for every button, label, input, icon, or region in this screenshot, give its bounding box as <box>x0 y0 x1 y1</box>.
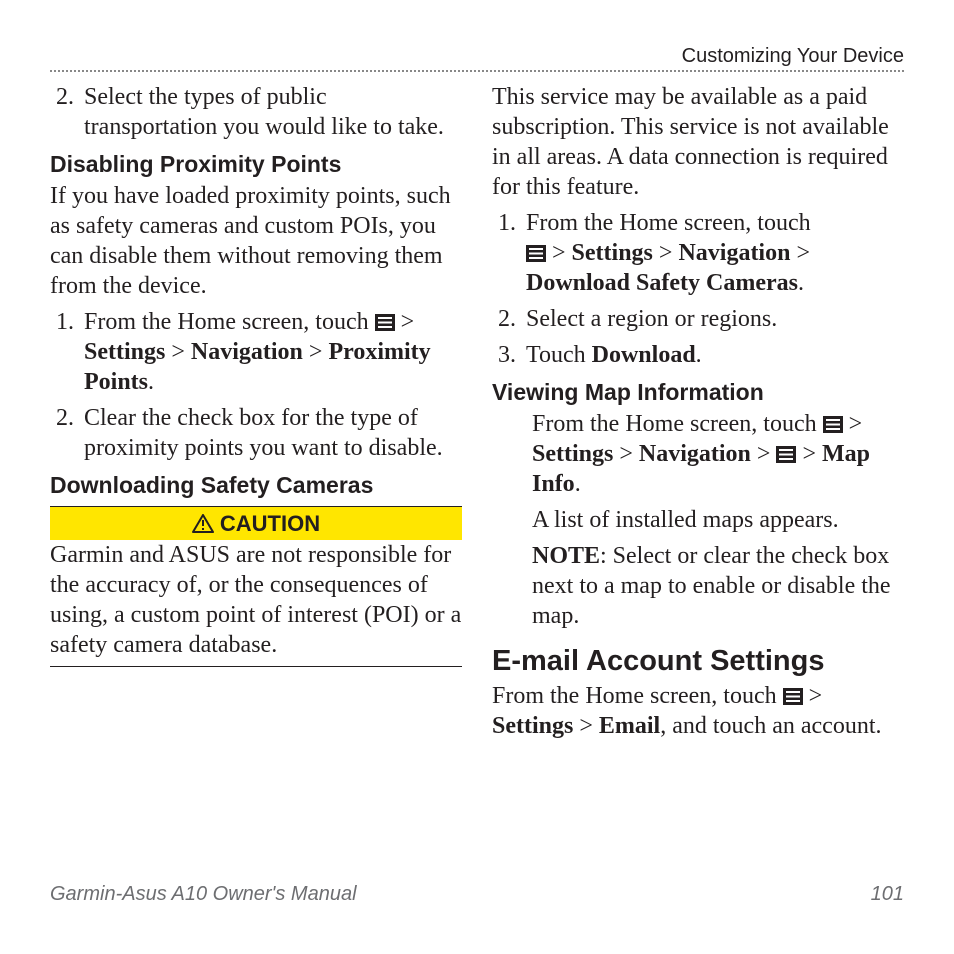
menu-icon <box>776 446 796 463</box>
footer-page-number: 101 <box>871 883 904 906</box>
path-email: Email <box>599 713 660 739</box>
caution-banner: CAUTION <box>50 506 462 541</box>
warning-icon <box>192 514 214 533</box>
path-settings: Settings <box>84 339 165 365</box>
separator: > <box>796 240 810 266</box>
map-list-note: A list of installed maps appears. <box>492 505 904 535</box>
download-steps: 1. From the Home screen, touch > Setting… <box>492 208 904 370</box>
chapter-title: Customizing Your Device <box>682 45 904 67</box>
list-item: 2. Select a region or regions. <box>492 304 904 334</box>
text: > <box>401 309 415 335</box>
caution-body: Garmin and ASUS are not responsible for … <box>50 540 462 667</box>
separator: > <box>171 339 191 365</box>
text: > <box>849 411 863 437</box>
text: Touch <box>526 342 592 368</box>
step-body: Clear the check box for the type of prox… <box>84 403 462 463</box>
separator: > <box>309 339 329 365</box>
menu-icon <box>526 245 546 262</box>
step-number: 1. <box>492 208 526 298</box>
right-column: This service may be available as a paid … <box>492 82 904 747</box>
step-number: 2. <box>50 82 84 142</box>
list-item: 3. Touch Download. <box>492 340 904 370</box>
path-settings: Settings <box>532 441 613 467</box>
text: From the Home screen, touch <box>526 210 811 236</box>
step-number: 2. <box>492 304 526 334</box>
separator: > <box>802 441 822 467</box>
separator: > <box>659 240 679 266</box>
path-navigation: Navigation <box>678 240 790 266</box>
service-intro: This service may be available as a paid … <box>492 82 904 202</box>
email-path: From the Home screen, touch > Settings >… <box>492 681 904 741</box>
step-body: Select the types of public transportatio… <box>84 82 462 142</box>
menu-icon <box>823 416 843 433</box>
path-navigation: Navigation <box>639 441 751 467</box>
chapter-header: Customizing Your Device <box>50 45 904 72</box>
list-item: 1. From the Home screen, touch > Setting… <box>492 208 904 298</box>
text: . <box>148 369 154 395</box>
note-label: NOTE <box>532 543 600 569</box>
footer-title: Garmin-Asus A10 Owner's Manual <box>50 883 357 906</box>
list-item: 1. From the Home screen, touch > Setting… <box>50 307 462 397</box>
text: . <box>798 270 804 296</box>
separator: > <box>619 441 639 467</box>
page-footer: Garmin-Asus A10 Owner's Manual 101 <box>50 883 904 906</box>
menu-icon <box>375 314 395 331</box>
text: > <box>809 683 823 709</box>
list-item: 2. Clear the check box for the type of p… <box>50 403 462 463</box>
heading-viewing-map-info: Viewing Map Information <box>492 378 904 407</box>
text: From the Home screen, touch <box>532 411 823 437</box>
text: . <box>696 342 702 368</box>
path-download: Download <box>592 342 696 368</box>
content-columns: 2. Select the types of public transporta… <box>50 82 904 747</box>
menu-icon <box>783 688 803 705</box>
text: . <box>575 471 581 497</box>
map-info-path: From the Home screen, touch > Settings >… <box>492 409 904 499</box>
left-column: 2. Select the types of public transporta… <box>50 82 462 747</box>
text: From the Home screen, touch <box>84 309 375 335</box>
step-body: From the Home screen, touch > Settings >… <box>526 208 904 298</box>
proximity-intro: If you have loaded proximity points, suc… <box>50 181 462 301</box>
step-number: 1. <box>50 307 84 397</box>
step-number: 3. <box>492 340 526 370</box>
text: From the Home screen, touch <box>492 683 783 709</box>
text: , and touch an account. <box>660 713 881 739</box>
step-number: 2. <box>50 403 84 463</box>
separator: > <box>579 713 599 739</box>
path-settings: Settings <box>572 240 653 266</box>
list-item: 2. Select the types of public transporta… <box>50 82 462 142</box>
caution-label: CAUTION <box>220 510 320 538</box>
heading-downloading-safety-cameras: Downloading Safety Cameras <box>50 471 462 500</box>
heading-disabling-proximity: Disabling Proximity Points <box>50 150 462 179</box>
proximity-steps: 1. From the Home screen, touch > Setting… <box>50 307 462 463</box>
separator: > <box>757 441 777 467</box>
transport-steps-continued: 2. Select the types of public transporta… <box>50 82 462 142</box>
map-note: NOTE: Select or clear the check box next… <box>492 541 904 631</box>
step-body: Touch Download. <box>526 340 904 370</box>
text: > <box>552 240 572 266</box>
path-settings: Settings <box>492 713 573 739</box>
step-body: Select a region or regions. <box>526 304 904 334</box>
path-download-safety-cameras: Download Safety Cameras <box>526 270 798 296</box>
step-body: From the Home screen, touch > Settings >… <box>84 307 462 397</box>
manual-page: Customizing Your Device 2. Select the ty… <box>50 45 904 909</box>
heading-email-account-settings: E-mail Account Settings <box>492 643 904 679</box>
path-navigation: Navigation <box>191 339 303 365</box>
